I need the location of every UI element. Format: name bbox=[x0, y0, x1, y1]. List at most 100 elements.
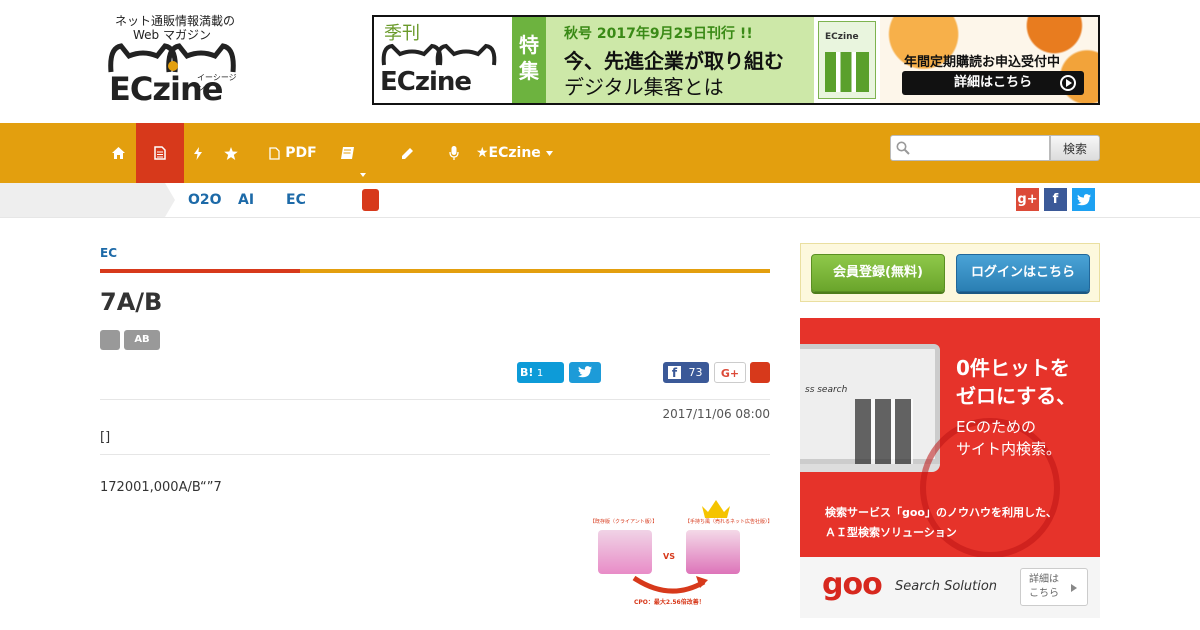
facebook-icon: f bbox=[668, 366, 681, 380]
nav-home[interactable] bbox=[100, 123, 136, 183]
logo-tagline-2: Web マガジン bbox=[133, 28, 211, 42]
banner-subscribe-text: 年間定期購読お申込受付中 bbox=[904, 55, 1061, 70]
laptop-screen-grid bbox=[855, 399, 913, 469]
goo-logo: goo bbox=[822, 567, 883, 602]
hatena-bookmark-button[interactable]: B! 1 bbox=[517, 362, 564, 383]
sidebar-ad-goo[interactable]: ss search 0件ヒットを ゼロにする、 ECのための サイト内検索。 検… bbox=[800, 318, 1100, 618]
search-box: 検索 bbox=[890, 135, 1100, 161]
google-plus-icon[interactable]: g+ bbox=[1016, 188, 1039, 211]
laptop-base bbox=[800, 464, 940, 472]
sub-nav: O2O AI EC g+ f bbox=[0, 183, 1200, 218]
home-icon bbox=[111, 147, 125, 159]
ad-more-line-2: こちら bbox=[1029, 588, 1059, 599]
figure-caption: CPO：最大2.56倍改善！ bbox=[634, 599, 705, 606]
nav-pdf-label: PDF bbox=[285, 145, 317, 161]
banner-subscribe-panel: 年間定期購読お申込受付中 詳細はこちら bbox=[880, 17, 1098, 103]
banner-season: 季刊 bbox=[384, 23, 420, 44]
figure-label-right: 【手持ち風（売れるネット広告社版）】 bbox=[685, 519, 773, 525]
hatena-icon: B! bbox=[520, 366, 534, 379]
caret-down-icon bbox=[545, 150, 553, 156]
ad-headline-1: 0件ヒットを bbox=[956, 356, 1070, 380]
nav-eczine-label: ★ECzine bbox=[476, 145, 541, 161]
nav-writing[interactable] bbox=[392, 123, 422, 183]
play-circle-icon bbox=[1060, 75, 1076, 91]
nav-podcast[interactable] bbox=[440, 123, 468, 183]
facebook-icon[interactable]: f bbox=[1044, 188, 1067, 211]
magazine-cover-title: ECzine bbox=[825, 32, 859, 42]
subnav-link-ec[interactable]: EC bbox=[286, 183, 306, 217]
play-icon bbox=[1071, 584, 1077, 592]
hatena-count: 1 bbox=[536, 368, 544, 379]
ad-description-1: 検索サービス「goo」のノウハウを利用した、 bbox=[825, 506, 1057, 519]
ad-description-2: ＡＩ型検索ソリューション bbox=[825, 526, 957, 539]
banner-headline-2: デジタル集客とは bbox=[564, 75, 724, 99]
figure-product-left bbox=[598, 530, 652, 574]
banner-headline-panel: 秋号 2017年9月25日刊行 !! 今、先進企業が取り組む デジタル集客とは bbox=[546, 17, 814, 103]
login-button[interactable]: ログインはこちら bbox=[956, 254, 1090, 292]
google-plus-button[interactable]: G+ bbox=[714, 362, 746, 383]
article-lead: [] bbox=[100, 430, 111, 445]
article-date: 2017/11/06 08:00 bbox=[662, 407, 770, 421]
header-banner-ad[interactable]: 季刊 ECzine 特集 秋号 2017年9月25日刊行 !! 今、先進企業が取… bbox=[372, 15, 1100, 105]
article-tag[interactable] bbox=[100, 330, 120, 350]
facebook-share-button[interactable]: f 73 bbox=[663, 362, 709, 383]
ad-headline-2: ゼロにする、 bbox=[956, 384, 1077, 408]
nav-articles[interactable] bbox=[136, 123, 184, 183]
subnav-link-o2o[interactable]: O2O bbox=[188, 183, 222, 217]
search-icon bbox=[896, 141, 910, 155]
article-category[interactable]: EC bbox=[100, 246, 117, 260]
cat-ears-icon bbox=[381, 43, 497, 66]
banner-logo-panel: 季刊 ECzine bbox=[374, 17, 512, 103]
twitter-icon bbox=[578, 366, 592, 378]
divider bbox=[100, 399, 770, 400]
ad-details-button[interactable]: 詳細は こちら bbox=[1020, 568, 1088, 606]
book-icon bbox=[340, 147, 354, 159]
search-button[interactable]: 検索 bbox=[1050, 135, 1100, 161]
member-box: 会員登録(無料) ログインはこちら bbox=[800, 243, 1100, 302]
site-header: ネット通販情報満載の Web マガジン ECzine イーシージン 季刊 ECz… bbox=[0, 0, 1200, 123]
nav-news[interactable] bbox=[184, 123, 212, 183]
figure-label-left: 【既存版（クライアント版）】 bbox=[590, 519, 658, 525]
document-icon bbox=[154, 146, 166, 160]
banner-wordmark: ECzine bbox=[380, 67, 472, 97]
article-body: 172001,000A/B“”7 bbox=[100, 480, 222, 495]
banner-headline-1: 今、先進企業が取り組む bbox=[564, 49, 784, 73]
nav-pdf[interactable]: PDF bbox=[262, 123, 324, 183]
article-figure: 【既存版（クライアント版）】 【手持ち風（売れるネット広告社版）】 VS CPO… bbox=[590, 500, 773, 610]
banner-details-label: 詳細はこちら bbox=[954, 75, 1033, 90]
crown-icon bbox=[702, 500, 730, 518]
nav-featured[interactable] bbox=[212, 123, 250, 183]
ad-more-line-1: 詳細は bbox=[1029, 574, 1059, 585]
magazine-cover-image: ECzine bbox=[818, 21, 876, 99]
twitter-icon[interactable] bbox=[1072, 188, 1095, 211]
pdf-icon bbox=[269, 146, 280, 160]
share-more-button[interactable] bbox=[750, 362, 770, 383]
laptop-screen-text: ss search bbox=[805, 385, 848, 395]
google-plus-icon: G+ bbox=[720, 367, 740, 380]
article-tag-ab[interactable]: AB bbox=[124, 330, 160, 350]
title-rule-accent bbox=[100, 269, 300, 273]
logo-reading: イーシージン bbox=[197, 73, 237, 93]
ad-footer: goo Search Solution 詳細は こちら bbox=[800, 557, 1100, 618]
nav-eczine-menu[interactable]: ★ECzine bbox=[476, 123, 560, 183]
lightning-icon bbox=[194, 146, 202, 160]
ad-brand-sub: Search Solution bbox=[895, 579, 998, 594]
register-button[interactable]: 会員登録(無料) bbox=[811, 254, 945, 292]
banner-feature-label: 特集 bbox=[519, 33, 539, 83]
figure-vs: VS bbox=[663, 552, 675, 561]
search-input[interactable] bbox=[890, 135, 1050, 161]
subnav-ribbon bbox=[0, 183, 175, 217]
banner-details-button[interactable]: 詳細はこちら bbox=[902, 71, 1084, 95]
curved-arrow-icon bbox=[632, 575, 708, 594]
divider bbox=[100, 454, 770, 455]
microphone-icon bbox=[449, 146, 459, 160]
subnav-more-button[interactable] bbox=[362, 189, 379, 211]
magazine-cover-art bbox=[825, 52, 869, 92]
site-logo[interactable]: ネット通販情報満載の Web マガジン ECzine イーシージン bbox=[105, 12, 240, 108]
subnav-link-ai[interactable]: AI bbox=[238, 183, 254, 217]
ad-headline-4: サイト内検索。 bbox=[956, 440, 1062, 458]
ad-headline-3: ECのための bbox=[956, 418, 1036, 436]
tweet-button[interactable] bbox=[569, 362, 601, 383]
facebook-count: 73 bbox=[688, 366, 703, 379]
nav-books[interactable] bbox=[330, 123, 364, 183]
